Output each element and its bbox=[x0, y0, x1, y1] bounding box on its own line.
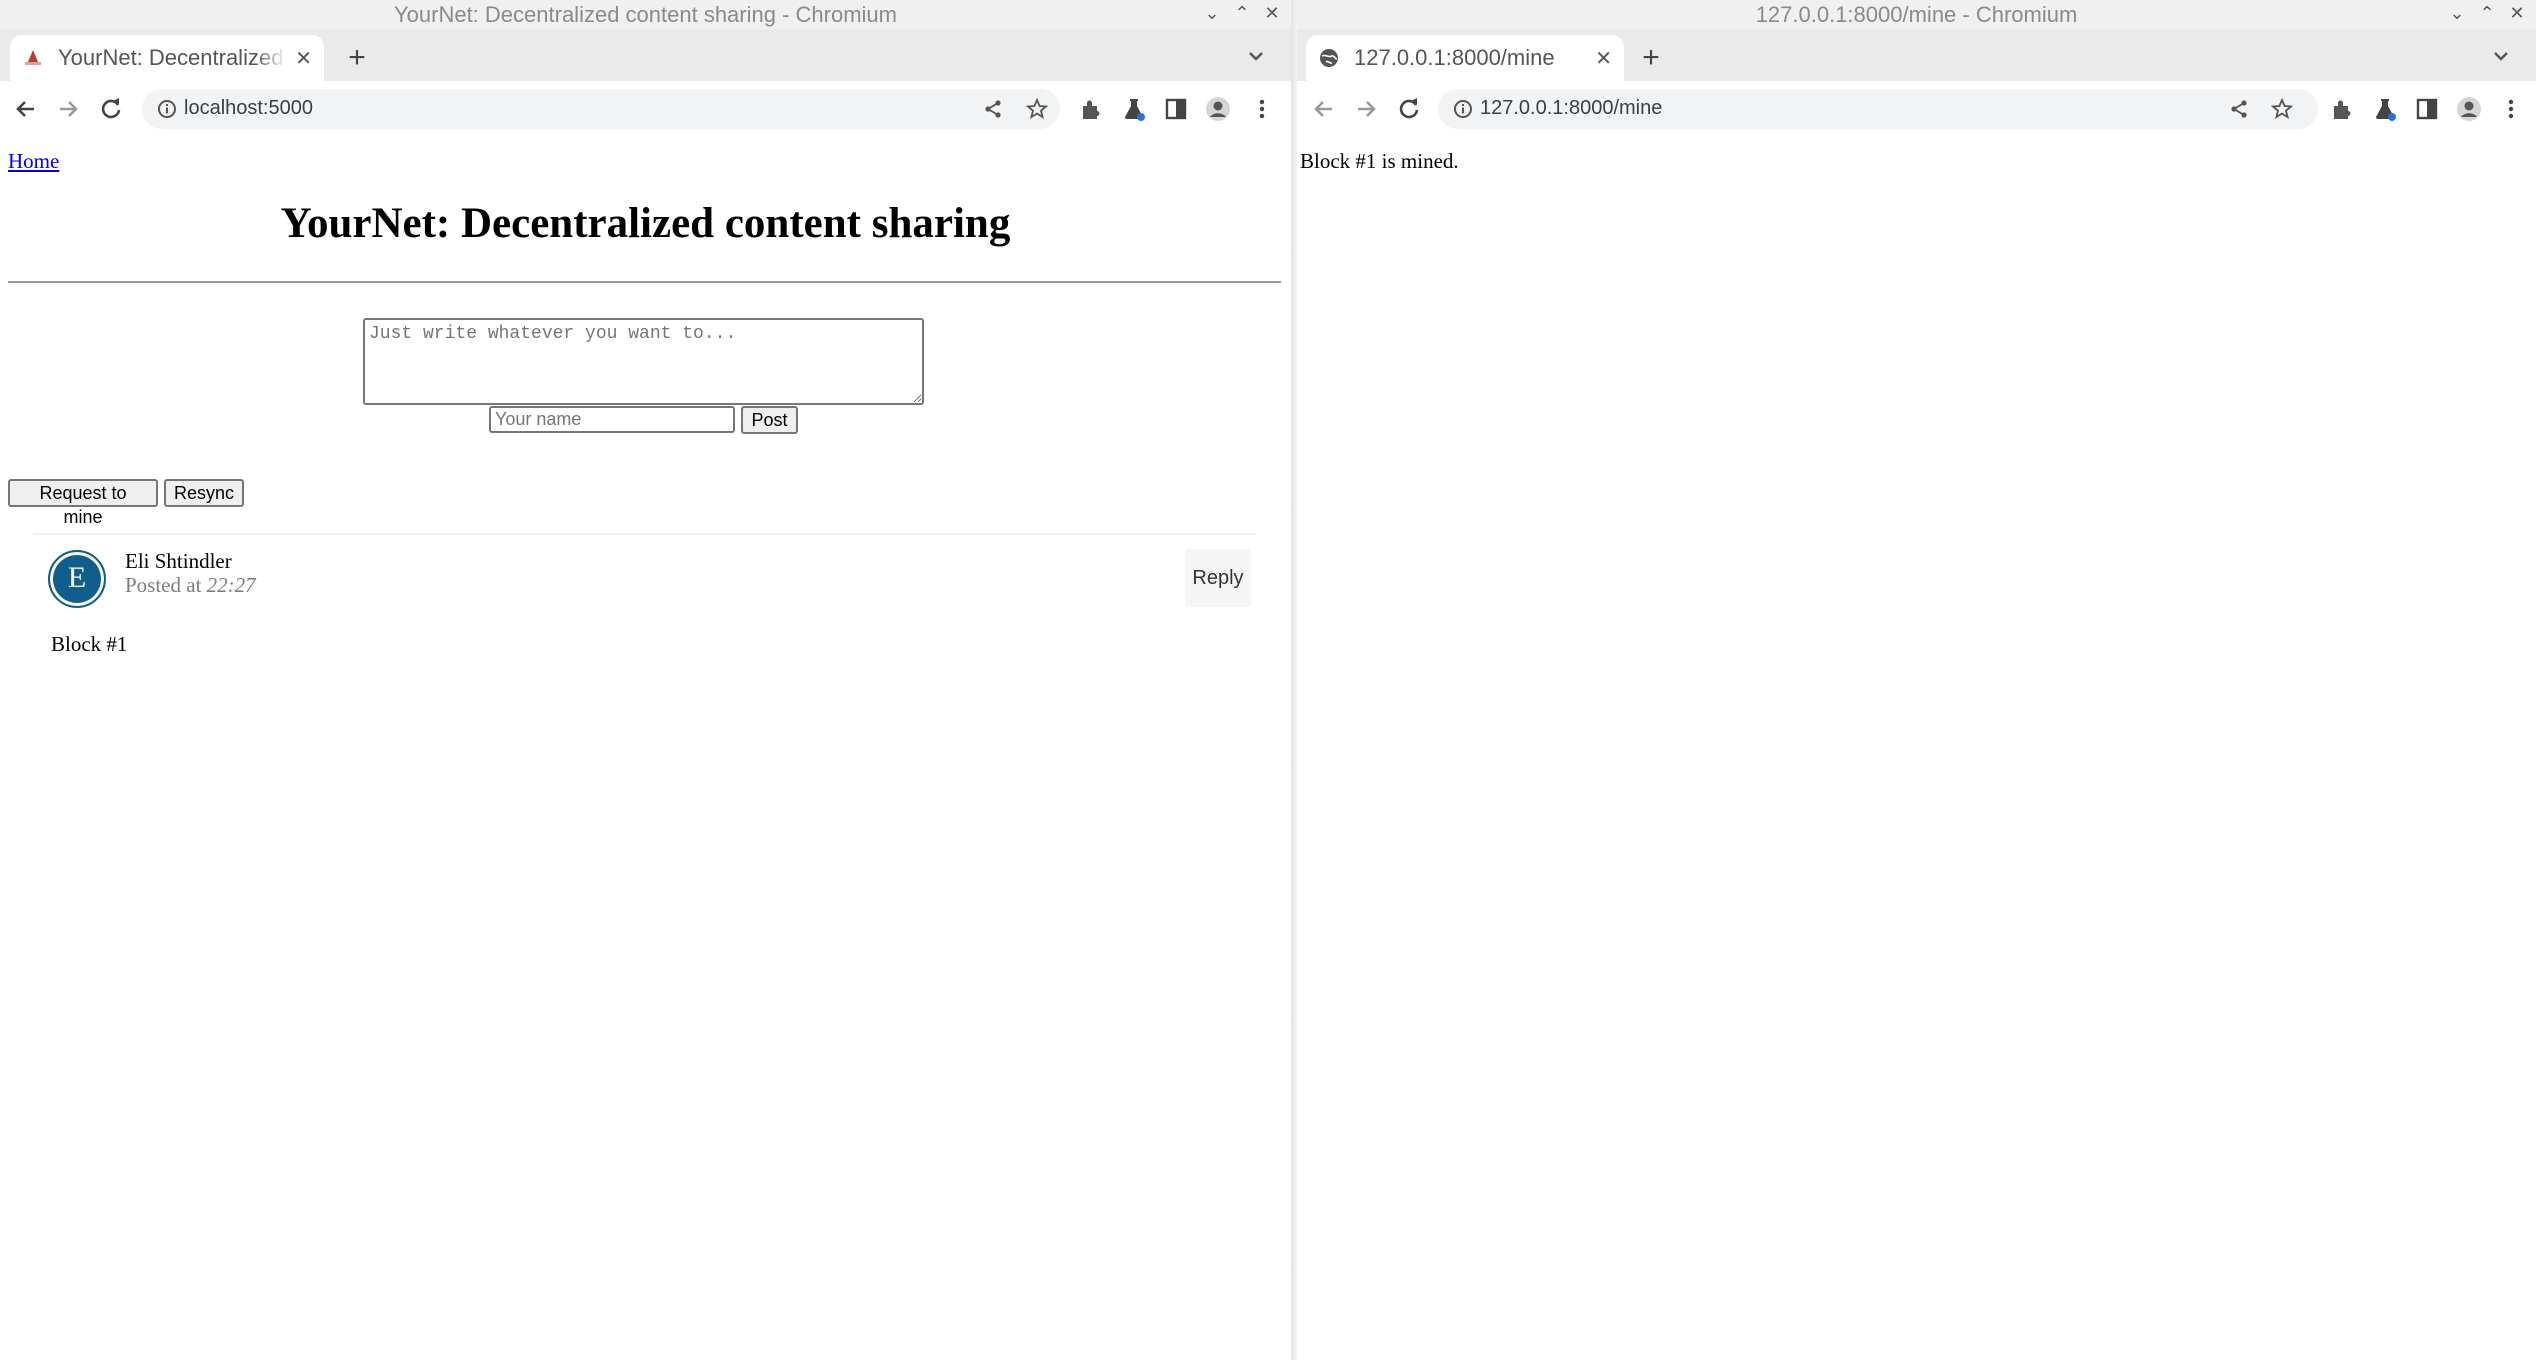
bookmark-star-icon[interactable] bbox=[2271, 98, 2293, 120]
globe-icon bbox=[1318, 47, 1340, 69]
labs-flask-icon[interactable] bbox=[1120, 95, 1148, 123]
browser-window-right: 127.0.0.1:8000/mine - Chromium ⌄ ⌃ ✕ 127… bbox=[1297, 0, 2536, 1360]
post-card: E Eli Shtindler Posted at 22:27 Reply Bl… bbox=[33, 533, 1256, 675]
tab-strip: YourNet: Decentralized c ✕ + bbox=[0, 29, 1291, 81]
minimize-icon[interactable]: ⌄ bbox=[2446, 2, 2468, 24]
window-title: 127.0.0.1:8000/mine - Chromium bbox=[1755, 2, 2078, 27]
tab-title: YourNet: Decentralized c bbox=[58, 45, 288, 70]
maximize-icon[interactable]: ⌃ bbox=[2476, 2, 2498, 24]
post-content-textarea[interactable] bbox=[363, 318, 924, 405]
site-info-icon[interactable] bbox=[156, 98, 178, 120]
close-window-icon[interactable]: ✕ bbox=[1261, 2, 1283, 24]
new-tab-button[interactable]: + bbox=[340, 41, 374, 75]
window-title: YourNet: Decentralized content sharing -… bbox=[394, 2, 897, 27]
new-tab-button[interactable]: + bbox=[1634, 41, 1668, 75]
divider bbox=[8, 281, 1281, 283]
maximize-icon[interactable]: ⌃ bbox=[1231, 2, 1253, 24]
url-text[interactable]: 127.0.0.1:8000/mine bbox=[1480, 97, 1662, 120]
resync-button[interactable]: Resync bbox=[164, 479, 244, 507]
browser-toolbar: 127.0.0.1:8000/mine bbox=[1297, 81, 2536, 138]
tab-search-icon[interactable] bbox=[2488, 43, 2514, 69]
back-icon[interactable] bbox=[10, 93, 42, 125]
browser-toolbar: localhost:5000 bbox=[0, 81, 1291, 138]
posted-time: 22:27 bbox=[206, 573, 256, 597]
menu-kebab-icon[interactable] bbox=[1248, 95, 1276, 123]
tab-close-icon[interactable]: ✕ bbox=[1595, 46, 1612, 71]
window-titlebar[interactable]: 127.0.0.1:8000/mine - Chromium ⌄ ⌃ ✕ bbox=[1297, 0, 2536, 29]
posted-prefix: Posted at bbox=[125, 573, 202, 597]
address-bar[interactable]: localhost:5000 bbox=[142, 89, 1060, 129]
browser-window-left: YourNet: Decentralized content sharing -… bbox=[0, 0, 1291, 1360]
site-info-icon[interactable] bbox=[1452, 98, 1474, 120]
forward-icon[interactable] bbox=[1350, 93, 1382, 125]
back-icon[interactable] bbox=[1308, 93, 1340, 125]
reload-icon[interactable] bbox=[95, 93, 127, 125]
side-panel-icon[interactable] bbox=[2413, 95, 2441, 123]
bookmark-star-icon[interactable] bbox=[1026, 98, 1048, 120]
labs-flask-icon[interactable] bbox=[2371, 95, 2399, 123]
menu-kebab-icon[interactable] bbox=[2497, 95, 2525, 123]
tab-title: 127.0.0.1:8000/mine bbox=[1354, 45, 1555, 70]
tab-close-icon[interactable]: ✕ bbox=[295, 46, 312, 71]
extensions-icon[interactable] bbox=[2328, 95, 2356, 123]
post-author: Eli Shtindler bbox=[125, 549, 232, 573]
tab-search-icon[interactable] bbox=[1243, 43, 1269, 69]
home-link[interactable]: Home bbox=[8, 149, 59, 174]
tab-mine[interactable]: 127.0.0.1:8000/mine ✕ bbox=[1306, 35, 1624, 81]
request-to-mine-button[interactable]: Request to mine bbox=[8, 479, 158, 527]
page-content: Block #1 is mined. bbox=[1297, 137, 2536, 1360]
post-timestamp: Posted at 22:27 bbox=[125, 573, 256, 598]
post-body: Block #1 bbox=[51, 632, 128, 656]
profile-avatar-icon[interactable] bbox=[1204, 95, 1232, 123]
tab-yournet[interactable]: YourNet: Decentralized c ✕ bbox=[10, 35, 324, 81]
profile-avatar-icon[interactable] bbox=[2455, 95, 2483, 123]
mined-message: Block #1 is mined. bbox=[1300, 149, 1459, 173]
minimize-icon[interactable]: ⌄ bbox=[1201, 2, 1223, 24]
reply-button[interactable]: Reply bbox=[1185, 549, 1251, 607]
share-icon[interactable] bbox=[2228, 98, 2250, 120]
tab-strip: 127.0.0.1:8000/mine ✕ + bbox=[1297, 29, 2536, 81]
close-window-icon[interactable]: ✕ bbox=[2506, 2, 2528, 24]
extensions-icon[interactable] bbox=[1077, 95, 1105, 123]
forward-icon[interactable] bbox=[52, 93, 84, 125]
avatar: E bbox=[48, 550, 106, 608]
address-bar[interactable]: 127.0.0.1:8000/mine bbox=[1438, 89, 2318, 129]
author-name-input[interactable] bbox=[489, 406, 735, 433]
window-titlebar[interactable]: YourNet: Decentralized content sharing -… bbox=[0, 0, 1291, 29]
page-title: YourNet: Decentralized content sharing bbox=[280, 200, 1011, 247]
url-text[interactable]: localhost:5000 bbox=[184, 97, 313, 120]
side-panel-icon[interactable] bbox=[1162, 95, 1190, 123]
reload-icon[interactable] bbox=[1393, 93, 1425, 125]
page-content: Home YourNet: Decentralized content shar… bbox=[0, 137, 1291, 1360]
share-icon[interactable] bbox=[982, 98, 1004, 120]
post-button[interactable]: Post bbox=[741, 406, 798, 434]
site-favicon-icon bbox=[22, 47, 44, 69]
